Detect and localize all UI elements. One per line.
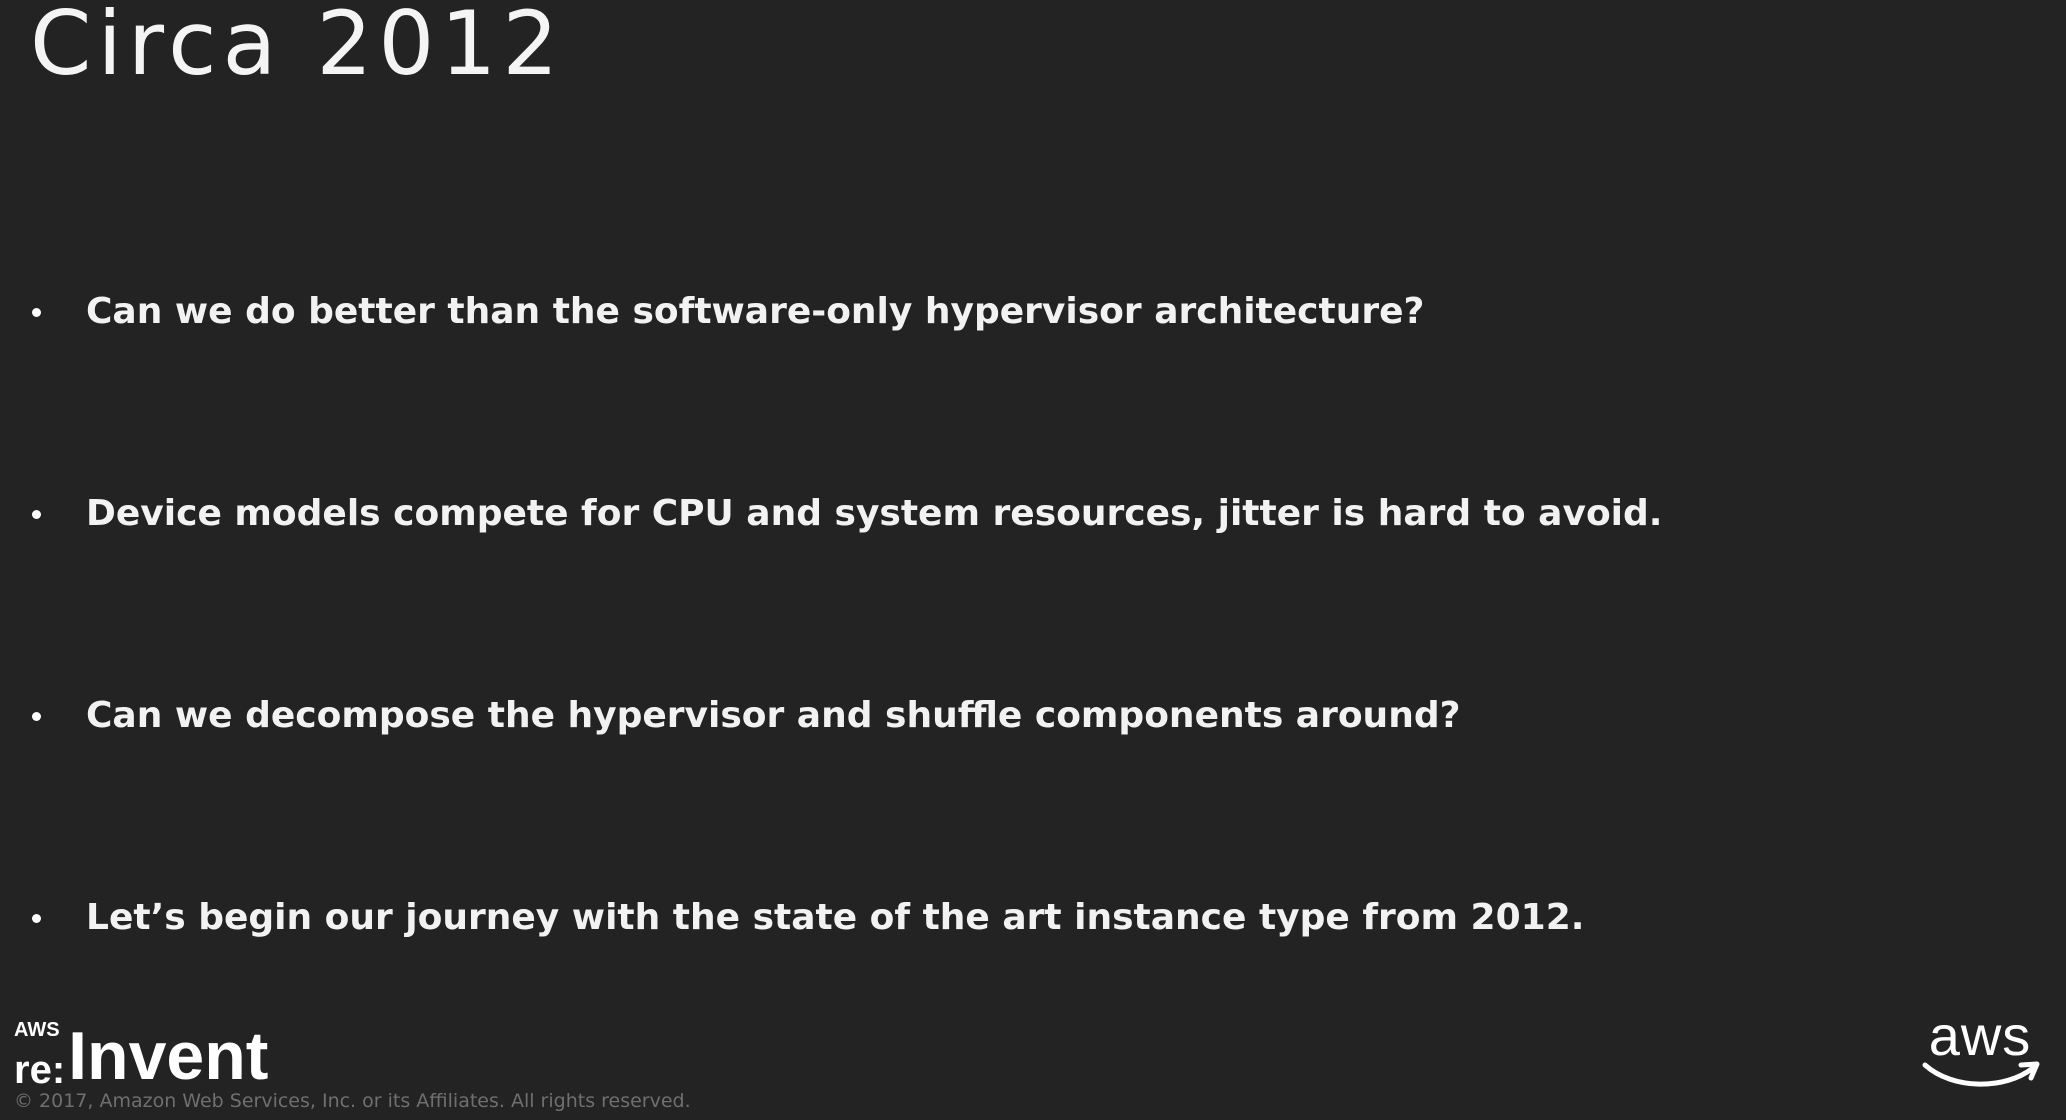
bullet-point-icon xyxy=(32,509,41,519)
presentation-slide: Circa 2012 Can we do better than the sof… xyxy=(0,0,2066,1120)
bullet-item: Can we decompose the hypervisor and shuf… xyxy=(28,686,1460,746)
bullet-item: Let’s begin our journey with the state o… xyxy=(28,888,1584,948)
reinvent-logo: AWS re: Invent xyxy=(14,1020,268,1090)
bullet-text: Can we decompose the hypervisor and shuf… xyxy=(86,695,1461,737)
invent-word: Invent xyxy=(68,1018,269,1094)
bullet-text: Let’s begin our journey with the state o… xyxy=(86,897,1585,939)
bullet-text: Can we do better than the software-only … xyxy=(86,291,1425,333)
aws-smile-icon xyxy=(1922,1061,2040,1087)
bullet-item: Can we do better than the software-only … xyxy=(28,282,1424,342)
bullet-item: Device models compete for CPU and system… xyxy=(28,484,1662,544)
aws-small-text: AWS xyxy=(14,1019,60,1041)
copyright-text: © 2017, Amazon Web Services, Inc. or its… xyxy=(14,1090,691,1112)
bullet-point-icon xyxy=(32,711,41,721)
aws-logo: aws xyxy=(1915,1008,2045,1098)
bullet-text: Device models compete for CPU and system… xyxy=(86,493,1663,535)
bullet-point-icon xyxy=(32,307,41,317)
bullet-point-icon xyxy=(32,913,41,923)
bullet-list: Can we do better than the software-only … xyxy=(28,0,1828,1000)
